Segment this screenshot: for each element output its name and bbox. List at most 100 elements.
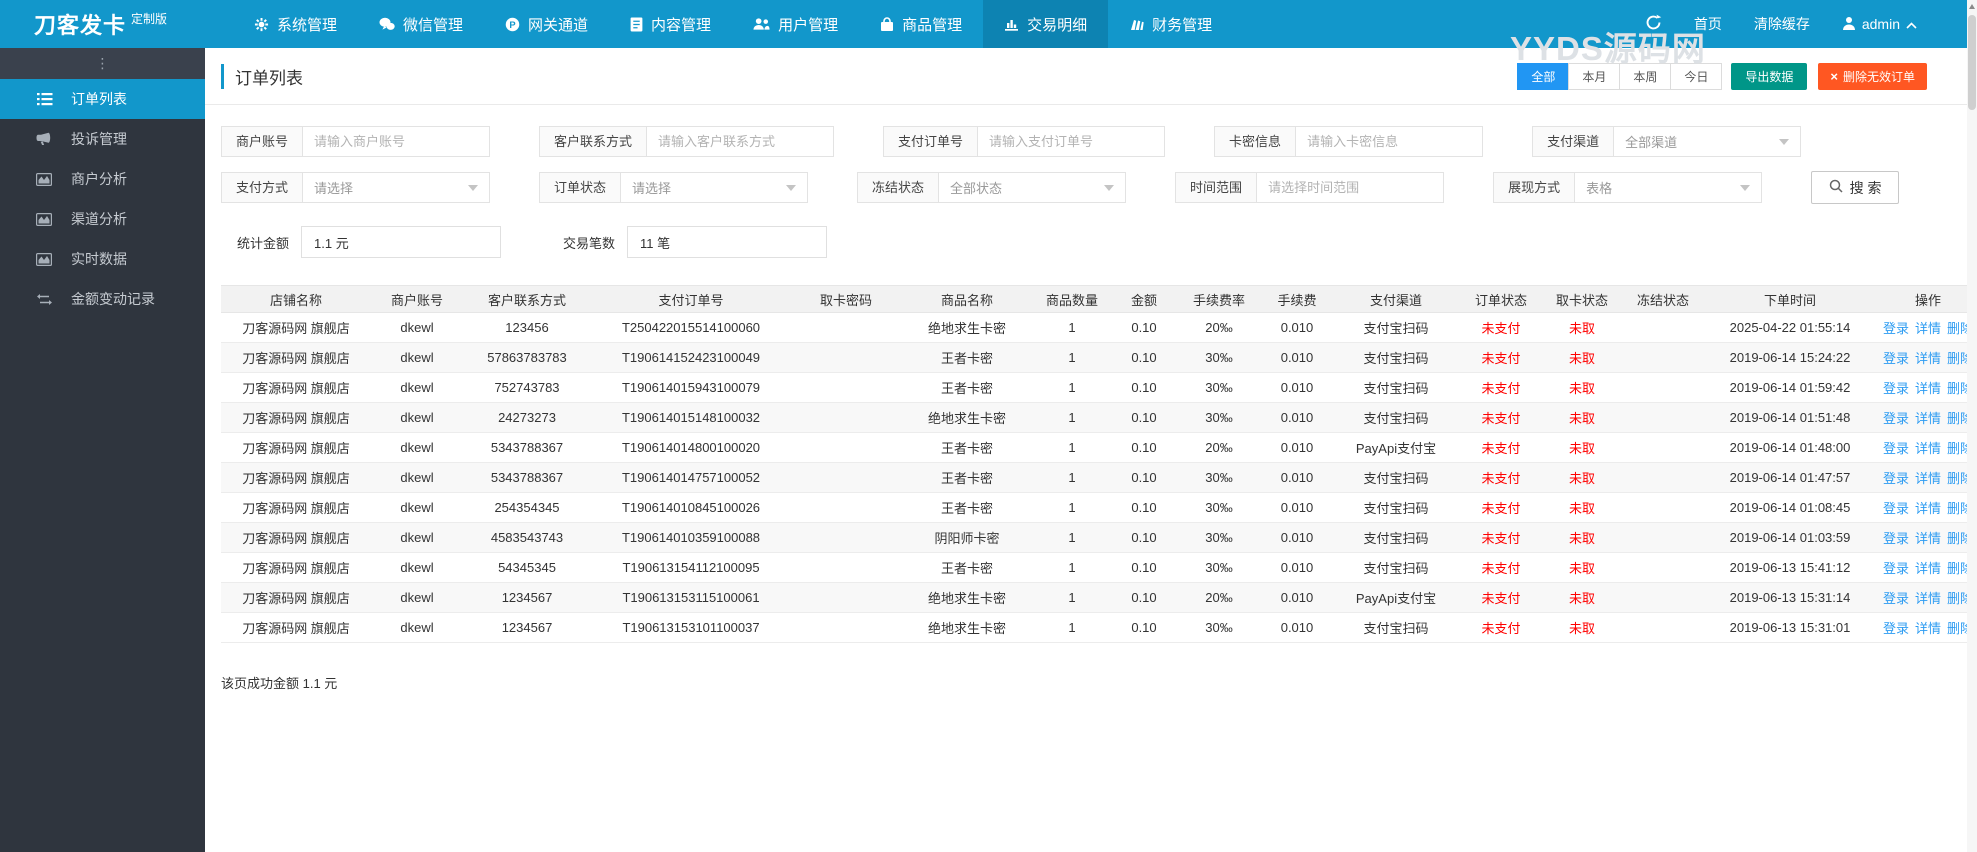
cell-order-status: 未支付 <box>1459 372 1543 403</box>
nav-item-users[interactable]: 用户管理 <box>732 0 859 48</box>
action-link[interactable]: 详情 <box>1915 411 1941 426</box>
cell-merchant-account: dkewl <box>371 522 463 553</box>
home-link[interactable]: 首页 <box>1694 14 1722 34</box>
cell-fee: 0.010 <box>1261 342 1333 373</box>
range-filter-today[interactable]: 今日 <box>1670 62 1723 90</box>
nav-item-gateway[interactable]: P 网关通道 <box>484 0 609 48</box>
cell-order-time: 2019-06-14 01:59:42 <box>1705 372 1875 403</box>
action-link[interactable]: 登录 <box>1883 591 1909 606</box>
filter-pay-order-no: 支付订单号 <box>883 126 1166 157</box>
cell-fee-rate: 30‰ <box>1177 612 1261 643</box>
money-icon <box>1129 17 1144 31</box>
app-logo-badge: 定制版 <box>131 11 168 26</box>
scrollbar-up-arrow[interactable] <box>1967 0 1977 13</box>
cell-card-password <box>791 372 901 403</box>
cell-product-name: 绝地求生卡密 <box>901 312 1033 343</box>
cell-shop-name: 刀客源码网 旗舰店 <box>221 342 371 373</box>
action-link[interactable]: 详情 <box>1915 591 1941 606</box>
action-link[interactable]: 登录 <box>1883 441 1909 456</box>
cell-shop-name: 刀客源码网 旗舰店 <box>221 402 371 433</box>
action-link[interactable]: 详情 <box>1915 621 1941 636</box>
sidebar-item-realtime-data[interactable]: 实时数据 <box>0 239 205 279</box>
order-status-select[interactable]: 请选择 <box>621 173 807 202</box>
page-summary: 该页成功金额 1.1 元 <box>221 676 338 691</box>
sidebar-item-channel-analysis[interactable]: 渠道分析 <box>0 199 205 239</box>
cell-order-time: 2019-06-13 15:41:12 <box>1705 552 1875 583</box>
cell-fee: 0.010 <box>1261 612 1333 643</box>
cell-card-status: 未取 <box>1543 582 1621 613</box>
export-data-button[interactable]: 导出数据 <box>1731 62 1808 90</box>
nav-item-transactions[interactable]: 交易明细 <box>983 0 1109 48</box>
action-link[interactable]: 详情 <box>1915 501 1941 516</box>
app-logo[interactable]: 刀客发卡 定制版 <box>0 0 205 48</box>
range-filter-all[interactable]: 全部 <box>1517 62 1570 90</box>
cell-card-status: 未取 <box>1543 552 1621 583</box>
merchant-account-input[interactable] <box>303 127 490 156</box>
nav-item-finance[interactable]: 财务管理 <box>1108 0 1233 48</box>
action-link[interactable]: 详情 <box>1915 561 1941 576</box>
search-button[interactable]: 搜 索 <box>1811 171 1900 204</box>
nav-item-system[interactable]: 系统管理 <box>233 0 358 48</box>
page-header: 订单列表 全部 本月 本周 今日 导出数据 × 删除无效订单 <box>205 48 1977 105</box>
cell-order-status: 未支付 <box>1459 492 1543 523</box>
vertical-scrollbar[interactable] <box>1967 0 1977 852</box>
action-link[interactable]: 详情 <box>1915 351 1941 366</box>
cell-customer-contact: 1234567 <box>463 582 591 613</box>
action-link[interactable]: 登录 <box>1883 351 1909 366</box>
cell-card-password <box>791 552 901 583</box>
users-icon <box>753 17 770 31</box>
pay-method-select[interactable]: 请选择 <box>303 173 489 202</box>
col-product-qty: 商品数量 <box>1033 285 1111 313</box>
action-link[interactable]: 登录 <box>1883 621 1909 636</box>
refresh-icon[interactable] <box>1645 14 1662 34</box>
action-link[interactable]: 登录 <box>1883 531 1909 546</box>
clear-cache-link[interactable]: 清除缓存 <box>1754 14 1810 34</box>
action-link[interactable]: 登录 <box>1883 501 1909 516</box>
action-link[interactable]: 详情 <box>1915 471 1941 486</box>
action-link[interactable]: 登录 <box>1883 411 1909 426</box>
nav-item-goods[interactable]: 商品管理 <box>859 0 983 48</box>
customer-contact-input[interactable] <box>647 127 834 156</box>
action-link[interactable]: 详情 <box>1915 441 1941 456</box>
delete-invalid-orders-button[interactable]: × 删除无效订单 <box>1818 62 1927 90</box>
nav-item-wechat[interactable]: 微信管理 <box>358 0 484 48</box>
cell-amount: 0.10 <box>1111 372 1177 403</box>
filter-row-1: 商户账号 客户联系方式 支付订单号 卡密信息 支付渠道 全部渠道 <box>221 126 1961 157</box>
filter-pay-channel: 支付渠道 全部渠道 <box>1532 126 1802 157</box>
cell-order-time: 2019-06-14 01:03:59 <box>1705 522 1875 553</box>
sidebar-item-complaints[interactable]: 投诉管理 <box>0 119 205 159</box>
display-mode-select[interactable]: 表格 <box>1575 173 1761 202</box>
action-link[interactable]: 详情 <box>1915 531 1941 546</box>
range-filter-week[interactable]: 本周 <box>1619 62 1672 90</box>
sidebar-item-order-list[interactable]: 订单列表 <box>0 79 205 119</box>
scrollbar-thumb[interactable] <box>1968 15 1976 110</box>
sidebar-item-merchant-analysis[interactable]: 商户分析 <box>0 159 205 199</box>
action-link[interactable]: 登录 <box>1883 381 1909 396</box>
range-filter-month[interactable]: 本月 <box>1568 62 1621 90</box>
filter-display-mode: 展现方式 表格 <box>1493 172 1763 203</box>
action-link[interactable]: 登录 <box>1883 471 1909 486</box>
chevron-down-icon <box>786 184 797 191</box>
cell-shop-name: 刀客源码网 旗舰店 <box>221 492 371 523</box>
sidebar: ⋮ 订单列表 投诉管理 商户分析 渠道分析 实时数据 金额变动记录 <box>0 48 205 852</box>
table-row: 刀客源码网 旗舰店 dkewl 254354345 T1906140108451… <box>221 492 1977 523</box>
nav-item-content[interactable]: 内容管理 <box>609 0 732 48</box>
user-menu[interactable]: admin <box>1842 16 1917 33</box>
action-link[interactable]: 详情 <box>1915 321 1941 336</box>
pay-channel-select[interactable]: 全部渠道 <box>1614 127 1800 156</box>
cell-product-name: 绝地求生卡密 <box>901 582 1033 613</box>
action-link[interactable]: 登录 <box>1883 321 1909 336</box>
table-row: 刀客源码网 旗舰店 dkewl 1234567 T190613153101100… <box>221 612 1977 643</box>
freeze-status-select[interactable]: 全部状态 <box>939 173 1125 202</box>
pay-order-no-input[interactable] <box>978 127 1165 156</box>
cell-pay-order-no: T250422015514100060 <box>591 312 791 343</box>
action-link[interactable]: 登录 <box>1883 561 1909 576</box>
card-info-input[interactable] <box>1296 127 1483 156</box>
sidebar-item-label: 商户分析 <box>71 171 127 187</box>
action-link[interactable]: 详情 <box>1915 381 1941 396</box>
time-range-input[interactable] <box>1257 173 1444 202</box>
cell-shop-name: 刀客源码网 旗舰店 <box>221 552 371 583</box>
sidebar-collapse-toggle[interactable]: ⋮ <box>0 48 205 79</box>
cell-customer-contact: 1234567 <box>463 612 591 643</box>
sidebar-item-balance-records[interactable]: 金额变动记录 <box>0 279 205 319</box>
